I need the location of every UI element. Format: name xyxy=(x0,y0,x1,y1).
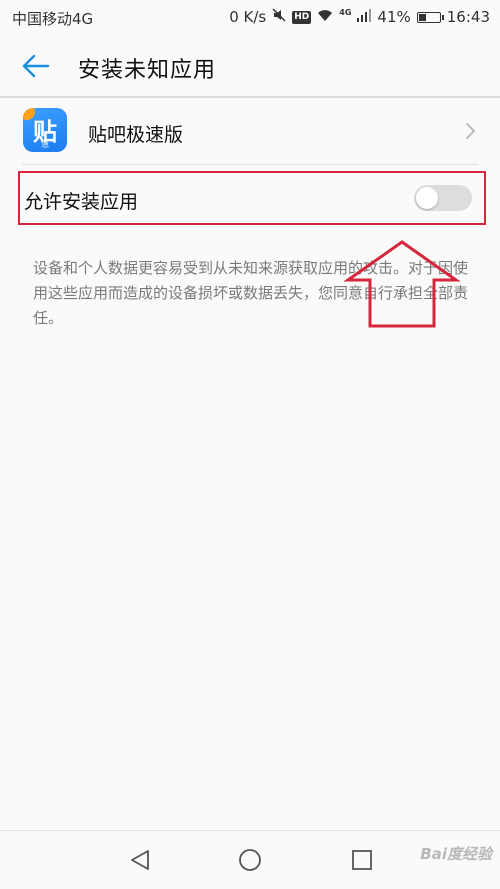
annotation-arrow-icon xyxy=(343,240,461,328)
wifi-icon xyxy=(317,9,333,26)
hd-icon: HD xyxy=(292,10,312,24)
signal-icon xyxy=(357,8,372,26)
app-icon-sub: 急 xyxy=(41,140,49,149)
toggle-knob xyxy=(416,187,438,209)
tieba-app-icon: 贴 急 xyxy=(23,108,67,152)
mute-icon xyxy=(272,8,286,26)
back-triangle-icon[interactable] xyxy=(128,848,152,872)
screen: 中国移动4G 0 K/s HD 4G 41% 16:43 安装未知应用 贴 急 … xyxy=(0,0,500,889)
home-circle-icon[interactable] xyxy=(238,848,262,872)
allow-install-label: 允许安装应用 xyxy=(24,191,139,213)
allow-install-row[interactable]: 允许安装应用 xyxy=(18,171,486,225)
app-header: 安装未知应用 xyxy=(0,34,500,98)
chevron-right-icon xyxy=(464,122,476,140)
navigation-bar: Bai度经验 xyxy=(0,830,500,889)
status-icons: 0 K/s HD 4G 41% 16:43 xyxy=(229,7,490,27)
carrier-label: 中国移动4G xyxy=(12,10,94,28)
battery-fill xyxy=(418,13,426,21)
app-info-row[interactable]: 贴 急 贴吧极速版 xyxy=(0,100,500,164)
network-speed: 0 K/s xyxy=(229,8,267,26)
clock: 16:43 xyxy=(446,8,490,26)
page-title: 安装未知应用 xyxy=(78,58,217,83)
battery-percent: 41% xyxy=(377,8,411,26)
battery-icon xyxy=(416,11,444,23)
back-arrow-icon[interactable] xyxy=(20,50,52,82)
app-name: 贴吧极速版 xyxy=(88,124,184,146)
status-bar: 中国移动4G 0 K/s HD 4G 41% 16:43 xyxy=(0,0,500,34)
recents-square-icon[interactable] xyxy=(350,848,374,872)
row-divider xyxy=(22,164,478,165)
baidu-watermark: Bai度经验 xyxy=(420,845,492,863)
network-type-label: 4G xyxy=(339,7,352,17)
allow-install-toggle[interactable] xyxy=(414,185,472,211)
